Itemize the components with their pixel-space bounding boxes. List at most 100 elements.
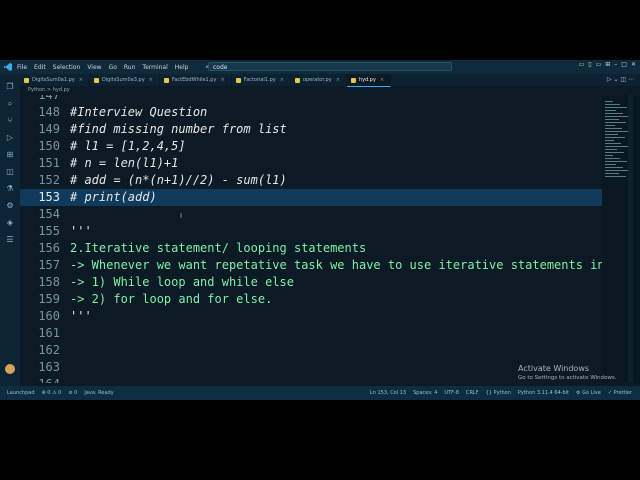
code-line[interactable]: 160 ''': [20, 308, 602, 325]
close-icon[interactable]: ×: [380, 74, 384, 86]
tab-operator[interactable]: operator.py ×: [291, 74, 347, 86]
avatar[interactable]: [5, 364, 15, 374]
status-java[interactable]: Java: Ready: [84, 390, 113, 396]
status-ports[interactable]: ⊚ 0: [68, 390, 77, 396]
remote-icon[interactable]: ◫: [6, 167, 15, 176]
activity-bar: ❐ ⌕ ⑂ ▷ ⊞ ◫ ⚗ ⚙ ◈ ☰: [0, 74, 20, 392]
close-icon[interactable]: ×: [336, 74, 340, 86]
menu-selection[interactable]: Selection: [53, 64, 81, 71]
code-line[interactable]: 159 -> 2) for loop and for else.: [20, 291, 602, 308]
command-center-search[interactable]: code: [208, 62, 452, 71]
close-icon[interactable]: ×: [220, 74, 224, 86]
status-go-live[interactable]: ⚙ Go Live: [576, 390, 601, 396]
close-icon[interactable]: ×: [79, 74, 83, 86]
tab-digitssum0a1[interactable]: DigitsSum0a1.py ×: [20, 74, 90, 86]
testing-icon[interactable]: ⚗: [6, 184, 15, 193]
minimap-line: [605, 146, 628, 147]
minimap-line: [605, 107, 627, 108]
minimap-line: [605, 113, 623, 114]
layout-icon[interactable]: ▭: [579, 61, 585, 68]
status-indentation[interactable]: Spaces: 4: [413, 390, 437, 396]
status-interpreter[interactable]: Python 3.11.4 64-bit: [518, 390, 569, 396]
close-icon[interactable]: ×: [280, 74, 284, 86]
line-number: 150: [38, 139, 60, 153]
layout-icon[interactable]: ▯: [588, 61, 591, 68]
layout-icon[interactable]: ▭: [596, 61, 602, 68]
code-line[interactable]: 161: [20, 325, 602, 342]
code-line[interactable]: 162: [20, 342, 602, 359]
status-encoding[interactable]: UTF-8: [444, 390, 459, 396]
tab-label: FactEbdWhile1.py: [171, 77, 217, 83]
tab-digitssum0a3[interactable]: DigitsSum0a3.py ×: [90, 74, 160, 86]
minimap[interactable]: [602, 95, 640, 383]
vscode-window: File Edit Selection View Go Run Terminal…: [0, 60, 640, 400]
tab-label: DigitsSum0a1.py: [32, 77, 75, 83]
minimap-line: [605, 137, 625, 138]
menu-terminal[interactable]: Terminal: [142, 64, 167, 71]
current-code-line[interactable]: 153 # print(add): [20, 189, 602, 206]
code-line[interactable]: 155 ''': [20, 223, 602, 240]
breadcrumb[interactable]: Python > hyd.py: [20, 86, 600, 95]
tab-label: DigitsSum0a3.py: [101, 77, 145, 83]
menu-view[interactable]: View: [87, 64, 101, 71]
split-editor-icon[interactable]: ◫: [620, 76, 626, 83]
code-line[interactable]: 157 -> Whenever we want repetative task w…: [20, 257, 602, 274]
settings-sync-icon[interactable]: ⚙: [6, 201, 15, 210]
source-control-icon[interactable]: ⑂: [6, 116, 15, 125]
code-line[interactable]: 150 # l1 = [1,2,4,5]: [20, 138, 602, 155]
tab-factorial1[interactable]: Factorial1.py ×: [232, 74, 291, 86]
search-icon[interactable]: ⌕: [6, 99, 15, 108]
copilot-icon[interactable]: ◈: [6, 218, 15, 227]
code-editor[interactable]: 147 148 #Interview Question 149 #find missin…: [20, 95, 602, 383]
status-eol[interactable]: CRLF: [466, 390, 479, 396]
code-line[interactable]: 156 2.Iterative statement/ looping statem…: [20, 240, 602, 257]
dropdown-icon[interactable]: ⌄: [613, 76, 618, 83]
minimap-line: [605, 125, 615, 126]
run-icon[interactable]: ▷: [607, 76, 612, 83]
code-text: ''': [70, 309, 92, 323]
more-actions-icon[interactable]: ⋯: [628, 76, 634, 83]
layout-icon[interactable]: ⊞: [605, 61, 610, 68]
python-file-icon: [235, 77, 241, 83]
code-line[interactable]: 148 #Interview Question: [20, 104, 602, 121]
close-icon[interactable]: ×: [149, 74, 153, 86]
close-icon[interactable]: ✕: [631, 61, 636, 68]
menu-file[interactable]: File: [17, 64, 27, 71]
code-line[interactable]: 151 # n = len(l1)+1: [20, 155, 602, 172]
code-line[interactable]: 164: [20, 376, 602, 383]
menu-run[interactable]: Run: [124, 64, 136, 71]
line-number: 158: [38, 275, 60, 289]
line-number: 163: [38, 360, 60, 374]
status-language[interactable]: {} Python: [486, 390, 511, 396]
minimap-line: [605, 131, 629, 132]
minimap-line: [605, 149, 617, 150]
line-number: 156: [38, 241, 60, 255]
watermark-title: Activate Windows: [518, 364, 590, 373]
tab-factebdwhile1[interactable]: FactEbdWhile1.py ×: [160, 74, 232, 86]
status-cursor-position[interactable]: Ln 153, Col 13: [370, 390, 406, 396]
vscode-logo-icon: [4, 63, 12, 71]
menu-help[interactable]: Help: [175, 64, 189, 71]
status-launchpad[interactable]: Launchpad: [7, 390, 35, 396]
explorer-icon[interactable]: ❐: [6, 82, 15, 91]
mouse-cursor-icon: I: [180, 212, 183, 220]
run-debug-icon[interactable]: ▷: [6, 133, 15, 142]
docker-icon[interactable]: ☰: [6, 235, 15, 244]
minimap-line: [605, 170, 630, 171]
vertical-scrollbar[interactable]: [628, 95, 633, 383]
minimize-icon[interactable]: –: [614, 61, 617, 68]
menu-go[interactable]: Go: [109, 64, 117, 71]
code-line[interactable]: 147: [20, 95, 602, 104]
status-prettier[interactable]: ✓ Prettier: [608, 390, 632, 396]
maximize-icon[interactable]: □: [621, 61, 627, 68]
code-line[interactable]: 158 -> 1) While loop and while else: [20, 274, 602, 291]
status-problems[interactable]: ⊗ 0 ⚠ 0: [42, 390, 62, 396]
tab-label: Factorial1.py: [243, 77, 276, 83]
code-line[interactable]: 154: [20, 206, 602, 223]
menu-edit[interactable]: Edit: [34, 64, 46, 71]
code-line[interactable]: 152 # add = (n*(n+1)//2) - sum(l1): [20, 172, 602, 189]
code-line[interactable]: 163: [20, 359, 602, 376]
code-line[interactable]: 149 #find missing number from list: [20, 121, 602, 138]
line-number: 159: [38, 292, 60, 306]
extensions-icon[interactable]: ⊞: [6, 150, 15, 159]
